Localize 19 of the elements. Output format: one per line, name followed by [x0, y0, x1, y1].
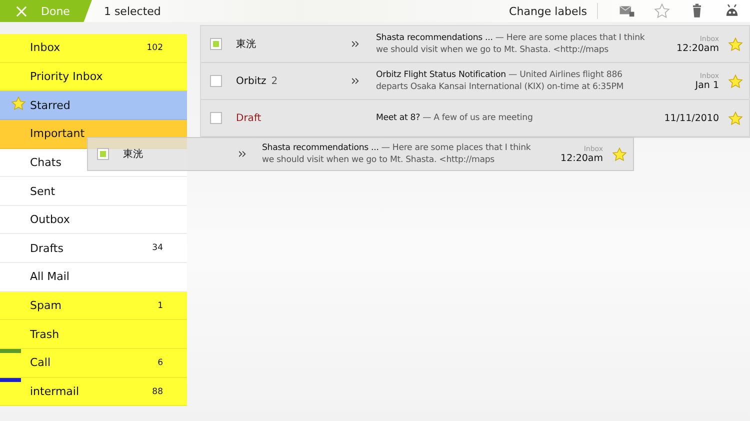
message-date: 12:20am [676, 42, 719, 54]
sender-name: 東洸 [123, 148, 143, 161]
unread-count: 88 [152, 386, 163, 396]
selection-count: 1 selected [104, 4, 161, 18]
message-preview: Shasta recommendations ... — Here are some places that I think we should visit when we go to Mt. Shasta. <http://maps [376, 32, 646, 56]
unread-count: 102 [146, 42, 163, 53]
thread-count: 2 [271, 76, 278, 86]
sender-name: Draft [236, 112, 262, 124]
message-date: Jan 1 [695, 80, 719, 90]
message-preview: Orbitz Flight Status Notification — United Airlines flight 886 departs Osaka Kansai International (KIX) on-time at 6:35PM [376, 69, 625, 93]
message-date: 11/11/2010 [664, 112, 719, 124]
message-date: 12:20am [560, 152, 603, 164]
message-preview: Meet at 8? — A few of us are meeting [376, 112, 534, 124]
sender-name: 東洸 [236, 38, 256, 51]
unread-count: 34 [152, 243, 163, 254]
message-preview: Shasta recommendations ... — Here are some places that I think we should visit when we go to Mt. Shasta. <http://maps [262, 142, 532, 166]
unread-count: 1 [158, 300, 163, 311]
unread-count: 6 [158, 358, 163, 368]
sender-name: Orbitz [236, 76, 266, 86]
